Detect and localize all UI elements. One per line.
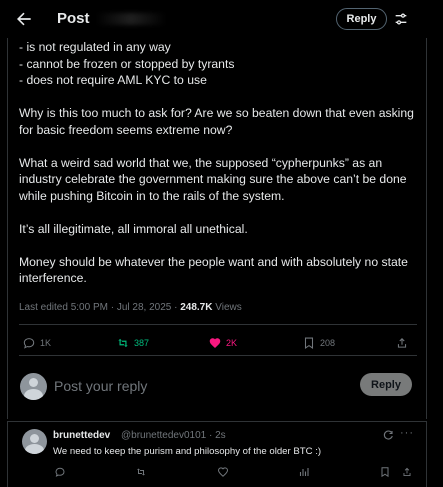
post-paragraph: What a weird sad world that we, the supp… [19,155,407,203]
top-bar: Post Reply [0,0,443,38]
divider [19,324,417,325]
back-arrow-icon[interactable] [14,9,34,29]
heart-filled-icon [209,338,221,348]
post-line: - is not regulated in any way [19,40,171,54]
post-paragraph: Why is this too much to ask for? Are we … [19,106,414,137]
post-meta: Last edited 5:00 PM · Jul 28, 2025 · 248… [19,302,242,313]
post-body: - is not regulated in any way - cannot b… [19,39,419,287]
divider [19,355,417,356]
heart-icon[interactable] [217,466,229,478]
bookmark-action[interactable]: 208 [302,336,335,350]
like-count: 2K [226,338,238,348]
share-upload-icon[interactable] [401,466,413,478]
share-upload-icon [397,338,407,348]
header-reply-button[interactable]: Reply [336,8,387,30]
page-title: Post [57,10,90,27]
speech-bubble-icon[interactable] [54,466,66,478]
post-paragraph: It’s all illegitimate, all immoral all u… [19,221,248,236]
reply-avatar[interactable] [22,429,47,454]
bookmark-count: 208 [320,338,336,348]
speech-bubble-icon [23,338,35,349]
views-count: 248.7K [180,302,213,313]
more-options-icon[interactable]: ··· [400,427,414,439]
views-label: Views [212,302,242,313]
edited-timestamp[interactable]: Last edited 5:00 PM · Jul 28, 2025 · [19,302,180,313]
sliders-icon[interactable] [393,11,409,27]
repost-arrows-icon[interactable] [135,466,147,478]
repost-arrows-icon [118,338,128,348]
reply-author-handle[interactable]: @brunettedev0101 · 2s [121,430,226,441]
reply-author-name[interactable]: brunettedev [53,430,110,441]
repost-action[interactable]: 387 [116,336,149,350]
post-line: - does not require AML KYC to use [19,73,207,87]
post-paragraph: Money should be whatever the people want… [19,254,408,286]
reply-input[interactable]: Post your reply [54,378,147,394]
reply-count: 1K [40,338,52,348]
post-line: - cannot be frozen or stopped by tyrants [19,56,235,71]
bookmark-icon[interactable] [379,466,391,478]
reply-text: We need to keep the purism and philosoph… [53,446,322,457]
reply-submit-button[interactable]: Reply [360,373,412,396]
share-action[interactable] [395,336,413,350]
repost-count: 387 [134,338,150,348]
grok-icon[interactable] [382,429,394,441]
reply-card[interactable]: brunettedev @brunettedev0101 · 2s ··· We… [7,421,427,487]
blurred-subtitle [96,13,166,25]
like-action[interactable]: 2K [208,336,237,350]
reply-action[interactable]: 1K [22,336,51,350]
post-panel: - is not regulated in any way - cannot b… [7,38,427,419]
bar-chart-icon[interactable] [298,466,310,478]
composer-avatar[interactable] [20,373,47,400]
bookmark-icon [304,337,314,349]
